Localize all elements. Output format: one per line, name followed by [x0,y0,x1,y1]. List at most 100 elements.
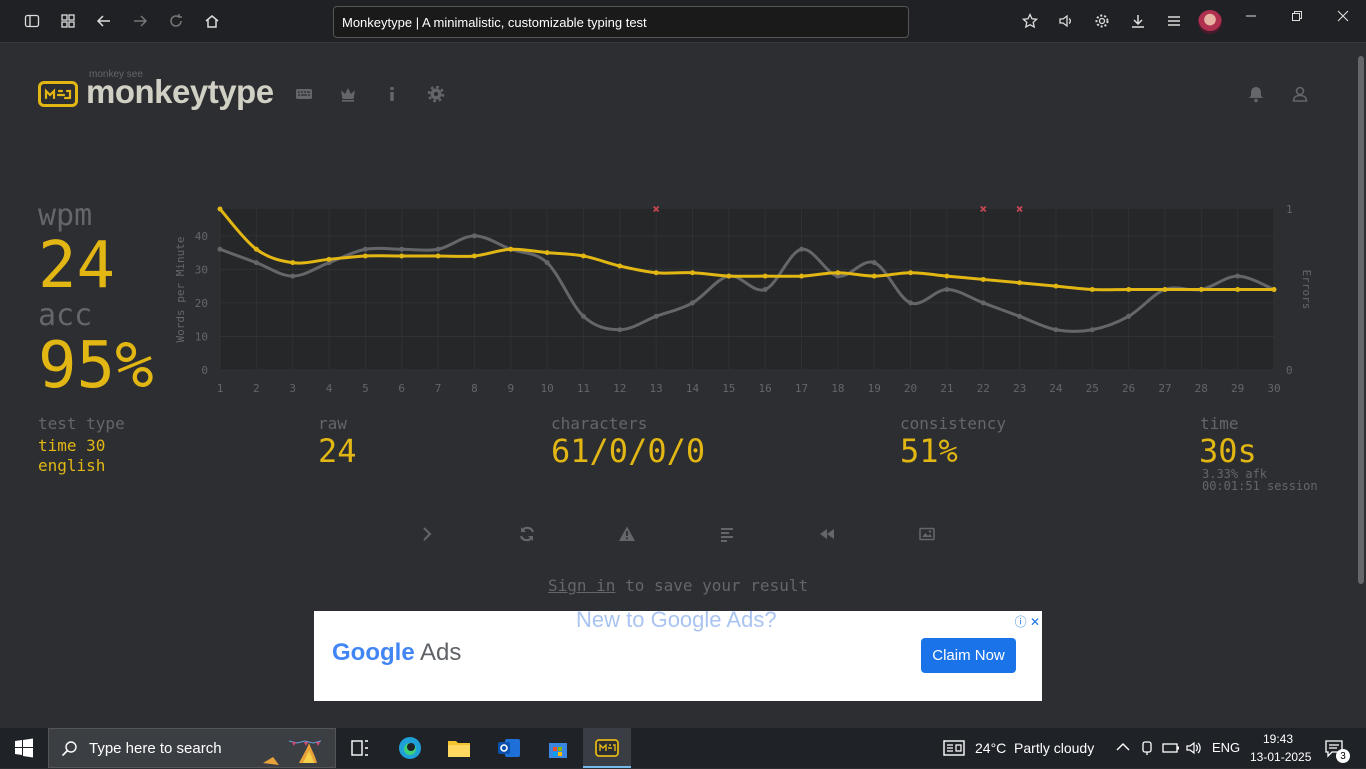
input-language[interactable]: ENG [1212,740,1240,755]
outlook-icon[interactable] [497,736,521,760]
session-time: 00:01:51 session [1202,479,1318,493]
chart-point-raw [435,246,441,252]
chart-point-raw [871,260,877,266]
chart-y-tick-label: 40 [195,230,208,243]
chart-point-raw [1089,327,1095,333]
chart-point-raw [653,313,659,319]
chart-point-wpm [653,270,659,276]
chart-point-wpm [799,273,805,279]
campfire-search-highlight-icon [259,733,325,765]
windows-start-icon[interactable] [14,738,34,758]
raw-label: raw [318,414,347,433]
tray-expand-chevron-icon[interactable] [1116,742,1130,752]
replay-rewind-icon[interactable] [815,522,839,546]
forward-icon[interactable] [128,9,152,33]
downloads-icon[interactable] [1126,9,1150,33]
chart-x-tick-label: 28 [1195,382,1208,395]
chart-point-wpm [435,253,441,259]
microsoft-store-icon[interactable] [546,736,570,760]
profile-avatar[interactable] [1198,10,1222,34]
reload-icon[interactable] [164,9,188,33]
clock-time[interactable]: 19:43 [1263,732,1293,746]
chart-point-raw [1126,313,1132,319]
chart-point-raw [580,313,586,319]
chart-y-tick-label: 30 [195,263,208,276]
settings-gear-icon[interactable] [426,84,446,104]
leaderboard-crown-icon[interactable] [338,84,358,104]
back-icon[interactable] [92,9,116,33]
read-aloud-icon[interactable] [1054,9,1078,33]
next-test-icon[interactable] [415,522,439,546]
minimize-icon[interactable] [1236,6,1266,26]
about-info-icon[interactable] [382,84,402,104]
page-title-in-address-bar: Monkeytype | A minimalistic, customizabl… [342,14,647,30]
meet-now-icon[interactable] [1139,740,1155,756]
clock-date[interactable]: 13-01-2025 [1250,750,1311,764]
chart-x-tick-label: 12 [613,382,626,395]
chart-x-tick-label: 7 [435,382,442,395]
screenshot-image-icon[interactable] [915,522,939,546]
chart-point-wpm [508,246,514,252]
sign-in-rest: to save your result [615,576,809,595]
taskbar-monkeytype-app[interactable] [583,728,631,768]
weather-text[interactable]: 24°C Partly cloudy [975,740,1094,756]
restore-icon[interactable] [1282,6,1312,26]
sidebar-toggle-icon[interactable] [20,9,44,33]
chart-point-raw [908,300,914,306]
task-view-icon[interactable] [348,736,372,760]
chart-x-tick-label: 11 [577,382,590,395]
google-wordmark: Google [332,639,415,666]
chart-x-tick-label: 9 [507,382,514,395]
file-explorer-icon[interactable] [447,736,471,760]
ad-info-close-icon[interactable]: ⓘ ✕ [1015,613,1040,630]
google-ads-banner[interactable]: New to Google Ads? Google Ads Claim Now … [314,611,1042,701]
close-window-icon[interactable] [1328,6,1358,26]
chart-point-raw [689,300,695,306]
notifications-bell-icon[interactable] [1246,84,1266,104]
edge-browser-icon[interactable] [398,736,422,760]
chart-point-wpm [580,253,586,259]
sign-in-link[interactable]: Sign in [548,576,615,595]
address-bar[interactable]: Monkeytype | A minimalistic, customizabl… [333,6,909,38]
volume-icon[interactable] [1186,740,1202,756]
windows-taskbar: Type here to search 24°C Partly cloudy E… [0,728,1366,768]
chart-point-wpm [1053,283,1059,289]
chart-x-tick-label: 1 [217,382,224,395]
chart-point-raw [1053,327,1059,333]
keyboard-icon[interactable] [294,84,314,104]
tabs-overview-icon[interactable] [56,9,80,33]
chart-point-wpm [835,270,841,276]
home-icon[interactable] [200,9,224,33]
wpm-label: wpm [38,198,93,233]
practice-words-warning-icon[interactable] [615,522,639,546]
chart-point-wpm [908,270,914,276]
chart-point-wpm [399,253,405,259]
accuracy-label: acc [38,298,93,333]
ads-wordmark: Ads [414,639,462,666]
menu-icon[interactable] [1162,9,1186,33]
scrollbar-thumb[interactable] [1358,56,1364,584]
restart-test-icon[interactable] [515,522,539,546]
claim-now-button[interactable]: Claim Now [921,638,1016,673]
chart-x-tick-label: 13 [650,382,663,395]
weather-news-icon[interactable] [943,740,965,756]
extensions-gear-icon[interactable] [1090,9,1114,33]
chart-point-raw [290,273,296,279]
chart-point-wpm [1089,287,1095,292]
chart-x-tick-label: 4 [326,382,333,395]
chart-point-wpm [689,270,695,276]
favorite-star-icon[interactable] [1018,9,1042,33]
battery-icon[interactable] [1162,740,1180,756]
account-user-icon[interactable] [1290,84,1310,104]
chart-x-tick-label: 29 [1231,382,1244,395]
word-history-icon[interactable] [715,522,739,546]
logo-text[interactable]: monkeytype [86,73,274,111]
test-type-language: english [38,456,106,475]
chart-point-raw [617,327,623,333]
chart-x-tick-label: 27 [1158,382,1171,395]
chart-x-tick-label: 26 [1122,382,1135,395]
chart-point-raw [1235,273,1241,279]
chart-point-wpm [1198,287,1204,292]
taskbar-search-box[interactable]: Type here to search [48,728,336,768]
monkeytype-logo-icon[interactable] [38,81,78,107]
